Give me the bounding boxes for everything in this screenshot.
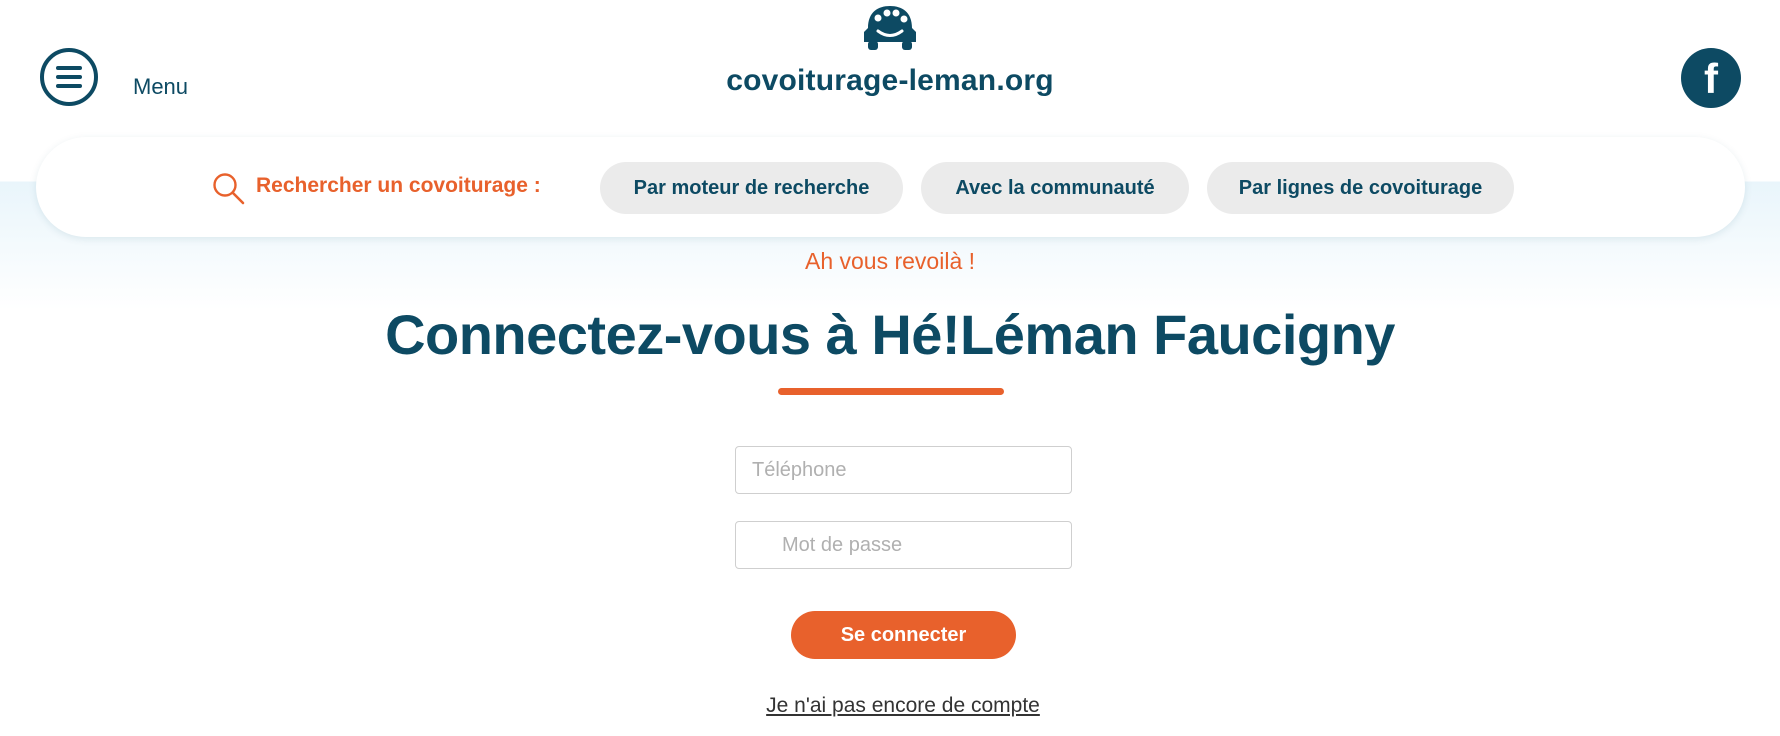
- login-button[interactable]: Se connecter: [791, 611, 1016, 659]
- login-page: Menu covoiturage-leman.org f Rechercher …: [0, 0, 1780, 736]
- search-with-community-button[interactable]: Avec la communauté: [921, 162, 1189, 214]
- site-name[interactable]: covoiturage-leman.org: [0, 64, 1780, 98]
- phone-field[interactable]: [735, 446, 1072, 494]
- page-title: Connectez-vous à Hé!Léman Faucigny: [385, 303, 1395, 366]
- password-field[interactable]: [735, 521, 1072, 569]
- car-logo-icon[interactable]: [858, 2, 922, 54]
- title-underline: [778, 388, 1004, 395]
- search-by-engine-button[interactable]: Par moteur de recherche: [600, 162, 903, 214]
- facebook-icon[interactable]: f: [1681, 48, 1741, 108]
- search-by-lines-button[interactable]: Par lignes de covoiturage: [1207, 162, 1514, 214]
- search-icon: [213, 173, 245, 205]
- signup-link[interactable]: Je n'ai pas encore de compte: [0, 694, 1780, 718]
- search-label: Rechercher un covoiturage :: [256, 174, 541, 197]
- welcome-message: Ah vous revoilà !: [804, 248, 976, 274]
